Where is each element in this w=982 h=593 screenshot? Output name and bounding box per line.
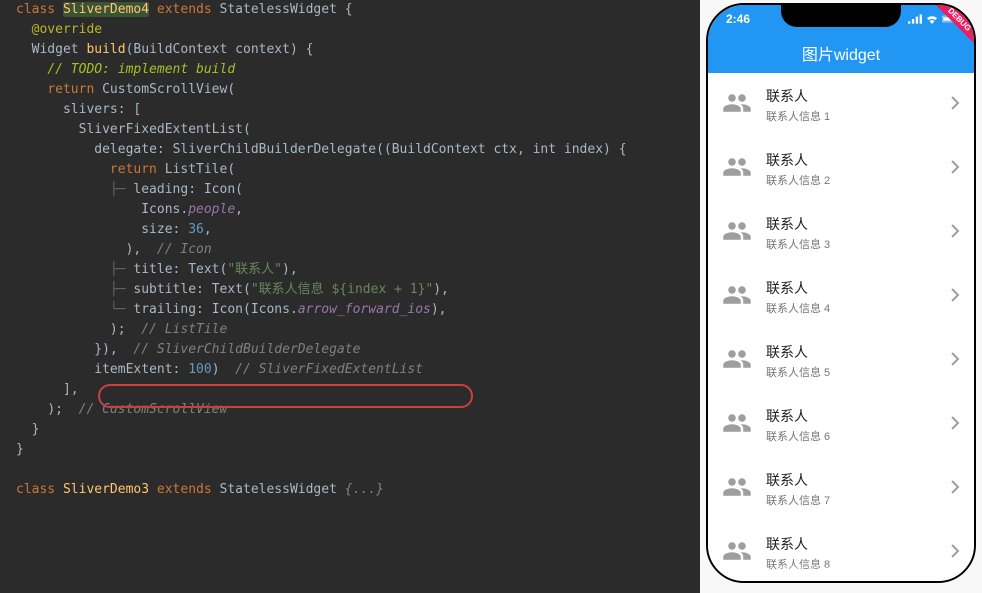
ctor-scbd: SliverChildBuilderDelegate xyxy=(173,142,377,157)
close-class: } xyxy=(16,442,24,457)
chevron-right-icon xyxy=(950,352,960,371)
people-icon xyxy=(722,216,752,251)
ctor-csv: CustomScrollView xyxy=(102,82,227,97)
chevron-right-icon xyxy=(950,416,960,435)
ctor-icon: Icon xyxy=(204,182,235,197)
people-icon xyxy=(722,344,752,379)
people-icon xyxy=(722,536,752,571)
tile-title: 联系人 xyxy=(766,534,936,554)
comment-listtile: // ListTile xyxy=(126,322,228,337)
tile-subtitle: 联系人信息 4 xyxy=(766,300,936,316)
chevron-right-icon xyxy=(950,288,960,307)
annotation-override: @override xyxy=(32,22,102,37)
tile-subtitle: 联系人信息 7 xyxy=(766,492,936,508)
tile-title: 联系人 xyxy=(766,278,936,298)
people-icon xyxy=(722,472,752,507)
tile-body: 联系人联系人信息 7 xyxy=(766,470,936,508)
tile-body: 联系人联系人信息 1 xyxy=(766,86,936,124)
kw-return: return xyxy=(47,82,102,97)
code-editor-pane: class SliverDemo4 extends StatelessWidge… xyxy=(0,0,700,593)
chevron-right-icon xyxy=(950,480,960,499)
phone-simulator-pane: DEBUG 2:46 图片widget 联系人联系人信息 1联系人联系人信息 2… xyxy=(700,0,982,593)
size-36: 36 xyxy=(188,222,204,237)
method-build: build xyxy=(86,42,125,57)
slivers-label: slivers: [ xyxy=(63,102,141,117)
chevron-right-icon xyxy=(950,96,960,115)
item-extent-100: 100 xyxy=(188,362,211,377)
status-time: 2:46 xyxy=(726,12,750,26)
base-class: StatelessWidget xyxy=(220,2,337,17)
list-tile[interactable]: 联系人联系人信息 1 xyxy=(708,73,974,137)
tile-title: 联系人 xyxy=(766,406,936,426)
tile-subtitle: 联系人信息 6 xyxy=(766,428,936,444)
paren: ( xyxy=(227,82,235,97)
todo-comment: // TODO: implement build xyxy=(47,62,235,77)
wifi-icon xyxy=(925,14,939,24)
signal-icon xyxy=(908,14,922,24)
tile-title: 联系人 xyxy=(766,86,936,106)
class-name-sliverdemo4: SliverDemo4 xyxy=(63,2,149,17)
list-tile[interactable]: 联系人联系人信息 7 xyxy=(708,457,974,521)
watermark: https://blog.csdn.net/yong_19930826 xyxy=(751,564,931,576)
tile-subtitle: 联系人信息 5 xyxy=(766,364,936,380)
tile-body: 联系人联系人信息 3 xyxy=(766,214,936,252)
class-name-sliverdemo3: SliverDemo3 xyxy=(63,482,149,497)
chevron-right-icon xyxy=(950,544,960,563)
str-subtitle: "联系人信息 ${index + 1}" xyxy=(251,282,433,297)
phone-notch xyxy=(781,5,901,27)
list-tile[interactable]: 联系人联系人信息 2 xyxy=(708,137,974,201)
ctor-sliverfel: SliverFixedExtentList xyxy=(79,122,243,137)
tile-title: 联系人 xyxy=(766,470,936,490)
brace-open-build: { xyxy=(298,42,314,57)
comment-sliverfel: // SliverFixedExtentList xyxy=(220,362,424,377)
tile-body: 联系人联系人信息 6 xyxy=(766,406,936,444)
code-block[interactable]: class SliverDemo4 extends StatelessWidge… xyxy=(6,0,700,500)
ctor-listtile: ListTile xyxy=(165,162,228,177)
icons-people: people xyxy=(188,202,235,217)
list-tile[interactable]: 联系人联系人信息 6 xyxy=(708,393,974,457)
tile-body: 联系人联系人信息 5 xyxy=(766,342,936,380)
tile-body: 联系人联系人信息 2 xyxy=(766,150,936,188)
people-icon xyxy=(722,280,752,315)
tile-body: 联系人联系人信息 4 xyxy=(766,278,936,316)
app-bar: 图片widget xyxy=(708,33,974,73)
comment-scbd: // SliverChildBuilderDelegate xyxy=(118,342,361,357)
tile-subtitle: 联系人信息 1 xyxy=(766,108,936,124)
str-title: "联系人" xyxy=(227,262,282,277)
close-build: } xyxy=(32,422,40,437)
folded-body[interactable]: {...} xyxy=(337,482,384,497)
kw-extends: extends xyxy=(157,2,212,17)
people-icon xyxy=(722,152,752,187)
return-type: Widget xyxy=(32,42,79,57)
tile-subtitle: 联系人信息 2 xyxy=(766,172,936,188)
highlight-box xyxy=(98,384,473,408)
app-bar-title: 图片widget xyxy=(802,41,880,65)
phone-frame: DEBUG 2:46 图片widget 联系人联系人信息 1联系人联系人信息 2… xyxy=(706,3,976,583)
kw-class: class xyxy=(16,2,55,17)
tile-title: 联系人 xyxy=(766,214,936,234)
list-tile[interactable]: 联系人联系人信息 4 xyxy=(708,265,974,329)
tile-title: 联系人 xyxy=(766,150,936,170)
tile-subtitle: 联系人信息 3 xyxy=(766,236,936,252)
people-icon xyxy=(722,88,752,123)
comment-icon: // Icon xyxy=(141,242,211,257)
list-tile[interactable]: 联系人联系人信息 3 xyxy=(708,201,974,265)
chevron-right-icon xyxy=(950,224,960,243)
icons-arrow-forward: arrow_forward_ios xyxy=(298,302,431,317)
tile-title: 联系人 xyxy=(766,342,936,362)
chevron-right-icon xyxy=(950,160,960,179)
list-tile[interactable]: 联系人联系人信息 5 xyxy=(708,329,974,393)
build-params: (BuildContext context) xyxy=(126,42,298,57)
brace-open: { xyxy=(337,2,353,17)
people-icon xyxy=(722,408,752,443)
list-body[interactable]: 联系人联系人信息 1联系人联系人信息 2联系人联系人信息 3联系人联系人信息 4… xyxy=(708,73,974,581)
